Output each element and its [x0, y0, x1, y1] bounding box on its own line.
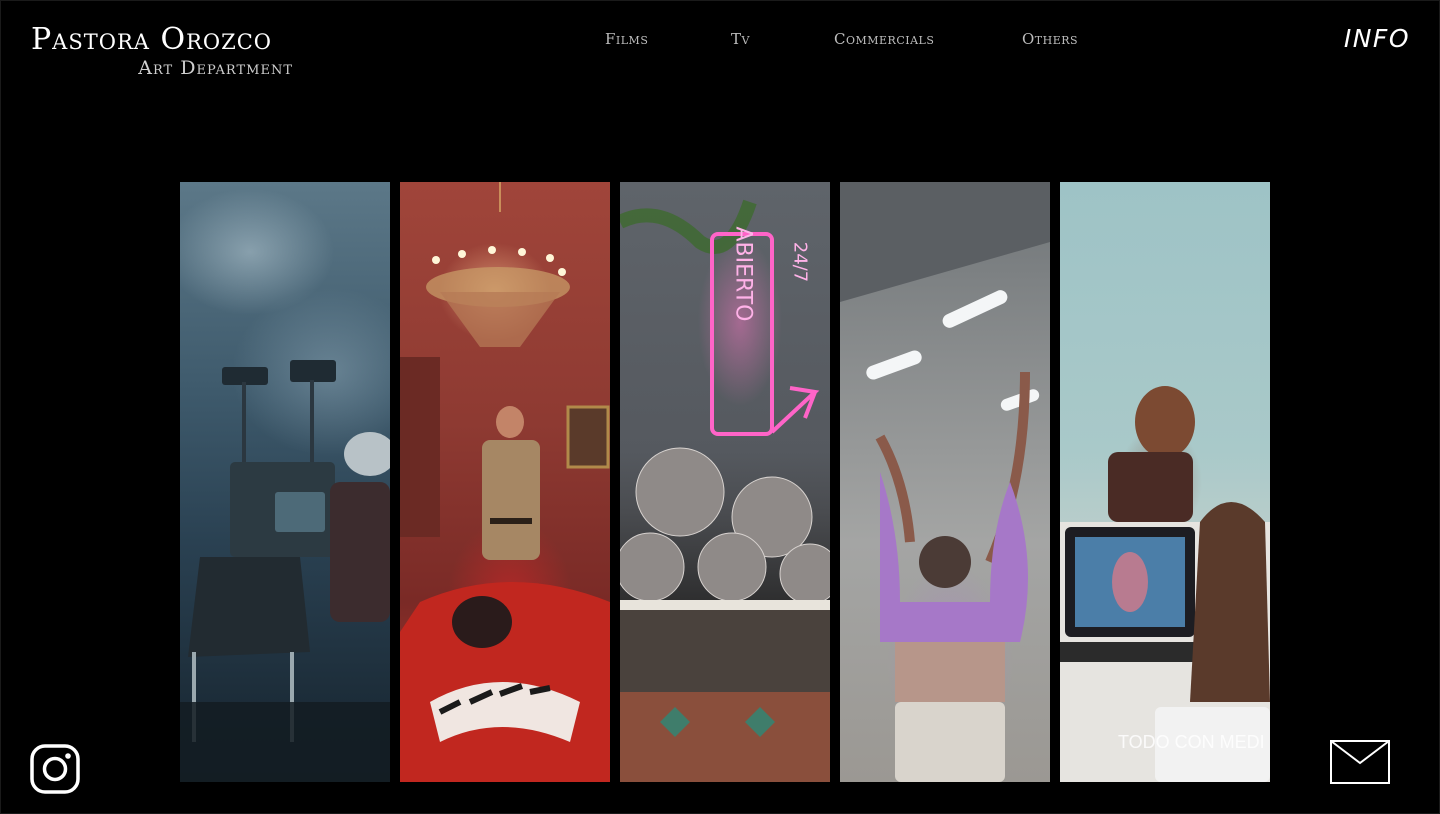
panel-caption: TODO CON MEDI: [1118, 732, 1265, 752]
gallery-panel-commercial-2[interactable]: TODO CON MEDI: [1060, 182, 1270, 782]
panel-image-neon-sign: ABIERTO 24/7: [620, 199, 830, 782]
panel-image-red-room: [400, 182, 610, 782]
nav-link-tv[interactable]: Tv: [731, 30, 750, 48]
panel-image-dancer: [840, 182, 1050, 782]
main-nav: Films Tv Commercials Others: [0, 30, 1440, 52]
nav-link-others[interactable]: Others: [1022, 30, 1078, 48]
gallery-panel-commercials[interactable]: ABIERTO 24/7: [620, 182, 830, 782]
gallery-panel-others[interactable]: [840, 182, 1050, 782]
envelope-icon[interactable]: [1330, 740, 1390, 784]
panel-image-fog-scene: [180, 360, 390, 782]
gallery-panel-films[interactable]: [180, 182, 390, 782]
instagram-icon[interactable]: [30, 744, 80, 794]
brand-subtitle[interactable]: Art Department: [31, 58, 293, 78]
panel-image-computer-scene: [1060, 386, 1270, 782]
info-link[interactable]: INFO: [1344, 24, 1410, 53]
nav-link-commercials[interactable]: Commercials: [834, 30, 934, 48]
gallery-panel-tv[interactable]: [400, 182, 610, 782]
nav-link-films[interactable]: Films: [605, 30, 648, 48]
neon-sign-text: ABIERTO: [731, 227, 756, 322]
neon-hours-text: 24/7: [790, 242, 811, 282]
